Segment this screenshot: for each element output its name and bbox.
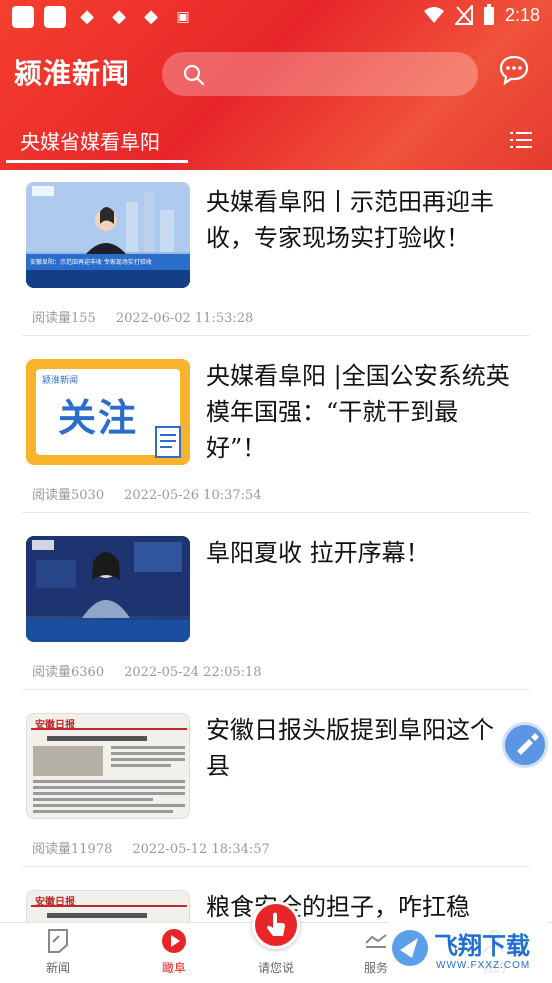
article-thumbnail: 安徽阜阳：示范田再迎丰收 专家现场实打验收 — [26, 182, 190, 288]
wifi-icon — [423, 7, 444, 23]
app-notification-icon: ▣ — [176, 9, 190, 25]
article-meta: 阅读量5030 2022-05-26 10:37:54 — [32, 484, 262, 503]
watermark: 飞翔下载 WWW.FXXZ.COM — [388, 922, 548, 980]
news-anchor-illustration — [26, 536, 190, 642]
article-item[interactable]: 安徽阜阳：示范田再迎丰收 专家现场实打验收 央媒看阜阳丨示范田再迎丰收，专家现场… — [22, 170, 530, 336]
battery-icon — [483, 4, 494, 25]
notification-icon — [44, 6, 66, 28]
read-count: 阅读量5030 — [32, 488, 105, 503]
watermark-text: 飞翔下载 — [434, 932, 530, 960]
search-icon — [183, 64, 205, 86]
news-anchor-illustration — [26, 182, 190, 288]
newspaper-masthead: 安徽日报 — [35, 720, 75, 731]
read-count: 阅读量6360 — [32, 665, 105, 680]
newspaper-masthead: 安徽日报 — [35, 897, 75, 908]
read-count: 阅读量11978 — [32, 842, 113, 857]
app-logo-title: 颍淮新闻 — [14, 57, 131, 90]
article-title: 阜阳夏收 拉开序幕！ — [206, 539, 430, 567]
tab-yangmei-shengmei[interactable]: 央媒省媒看阜阳 — [20, 126, 160, 155]
app-header: ◆ ◆ ◆ ▣ 2:18 颍淮新闻 央媒省媒看阜阳 — [0, 0, 552, 170]
notification-icon — [12, 6, 34, 28]
read-count: 阅读量155 — [32, 311, 96, 326]
thumbnail-headline: 关注 — [58, 396, 139, 440]
nav-label: 请您说 — [257, 961, 294, 975]
publish-date: 2022-05-26 10:37:54 — [124, 488, 262, 503]
watermark-url: WWW.FXXZ.COM — [436, 960, 531, 971]
article-title: 安徽日报头版提到阜阳这个县 — [206, 716, 494, 780]
status-bar: ◆ ◆ ◆ ▣ 2:18 — [0, 0, 552, 34]
article-item[interactable]: 阜阳夏收 拉开序幕！ 阅读量6360 2022-05-24 22:05:18 — [22, 513, 530, 690]
search-input[interactable] — [162, 52, 478, 96]
publish-date: 2022-06-02 11:53:28 — [115, 311, 254, 326]
clock: 2:18 — [504, 4, 540, 25]
article-title: 央媒看阜阳 |全国公安系统英模年国强：“干就干到最好”！ — [206, 362, 510, 462]
channel-tabs: 央媒省媒看阜阳 — [0, 118, 552, 170]
center-action-button[interactable] — [252, 901, 300, 949]
article-item[interactable]: 颍淮新闻 关注 央媒看阜阳 |全国公安系统英模年国强：“干就干到最好”！ 阅读量… — [22, 336, 530, 513]
publish-date: 2022-05-12 18:34:57 — [132, 842, 270, 857]
message-icon[interactable] — [498, 54, 530, 86]
publish-date: 2022-05-24 22:05:18 — [124, 665, 262, 680]
app-notification-icon: ◆ — [144, 6, 158, 27]
article-meta: 阅读量6360 2022-05-24 22:05:18 — [32, 661, 262, 680]
article-thumbnail — [26, 536, 190, 642]
article-title: 央媒看阜阳丨示范田再迎丰收，专家现场实打验收！ — [206, 188, 494, 252]
no-signal-icon — [454, 5, 473, 25]
floating-action-button[interactable] — [502, 722, 548, 768]
nav-label: 瞰阜 — [161, 961, 186, 975]
channel-menu-icon[interactable] — [510, 130, 532, 150]
article-thumbnail: 安徽日报 — [26, 713, 190, 819]
article-meta: 阅读量11978 2022-05-12 18:34:57 — [32, 838, 270, 857]
thumbnail-brand: 颍淮新闻 — [42, 376, 79, 386]
document-icon — [155, 426, 181, 458]
play-icon — [162, 929, 186, 953]
watermark-logo-icon — [392, 930, 428, 966]
tap-hand-icon — [267, 912, 285, 936]
article-meta: 阅读量155 2022-06-02 11:53:28 — [32, 307, 253, 326]
service-icon — [365, 934, 387, 948]
article-thumbnail: 颍淮新闻 关注 — [26, 359, 190, 465]
nav-label: 新闻 — [45, 961, 70, 975]
thumbnail-caption: 安徽阜阳：示范田再迎丰收 专家现场实打验收 — [30, 259, 152, 266]
article-list: 安徽阜阳：示范田再迎丰收 专家现场实打验收 央媒看阜阳丨示范田再迎丰收，专家现场… — [0, 170, 552, 922]
article-thumbnail: 安徽日报 — [26, 890, 190, 922]
nav-kanfu[interactable]: 瞰阜 — [134, 927, 214, 976]
article-item[interactable]: 安徽日报 安徽日报头版提到阜阳这个县 阅读量11978 2022-05-12 18… — [22, 690, 530, 867]
app-notification-icon: ◆ — [112, 6, 126, 27]
nav-news[interactable]: 新闻 — [18, 927, 98, 976]
brush-icon — [517, 733, 539, 755]
app-notification-icon: ◆ — [80, 6, 94, 27]
active-tab-indicator — [6, 160, 188, 163]
news-icon — [48, 929, 68, 953]
